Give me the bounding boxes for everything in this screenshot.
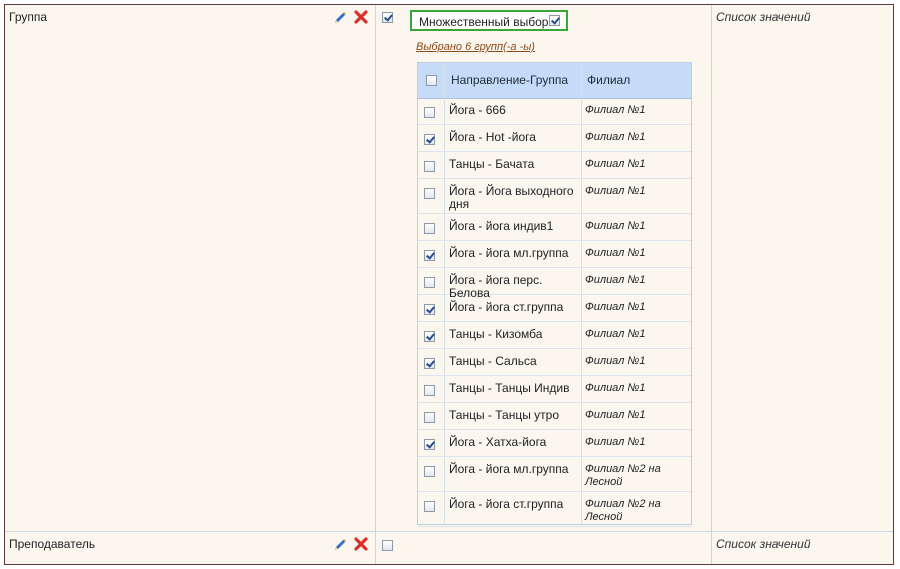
column-divider: [375, 5, 376, 564]
branch-name: Филиал №1: [585, 274, 646, 286]
table-row[interactable]: Йога - Йога выходного дня Филиал №1: [418, 179, 691, 214]
row-checkbox[interactable]: [424, 412, 435, 423]
column-header-branch[interactable]: Филиал: [587, 73, 630, 87]
column-divider: [711, 5, 712, 564]
close-icon[interactable]: [353, 536, 369, 552]
row-checkbox[interactable]: [424, 304, 435, 315]
field-type-label: Список значений: [716, 10, 811, 24]
row-checkbox[interactable]: [424, 331, 435, 342]
row-checkbox[interactable]: [424, 161, 435, 172]
multi-select-option: Множественный выбор: [410, 10, 568, 31]
groups-grid: Направление-Группа Филиал Йога - 666 Фили…: [417, 62, 692, 527]
field-type-label: Список значений: [716, 537, 811, 551]
field-name-teacher: Преподаватель: [9, 537, 96, 551]
column-header-group[interactable]: Направление-Группа: [451, 73, 568, 87]
table-row[interactable]: Йога - Хатха-йога Филиал №1: [418, 430, 691, 457]
group-name: Йога - Хатха-йога: [449, 435, 547, 449]
table-row[interactable]: Йога - Hot -йога Филиал №1: [418, 125, 691, 152]
branch-name: Филиал №1: [585, 185, 646, 197]
row-checkbox[interactable]: [424, 358, 435, 369]
row-checkbox[interactable]: [424, 439, 435, 450]
row-divider: [5, 531, 893, 532]
table-row[interactable]: Йога - йога индив1 Филиал №1: [418, 214, 691, 241]
branch-name: Филиал №2 на Лесной: [585, 463, 661, 488]
branch-name: Филиал №1: [585, 301, 646, 313]
group-name: Танцы - Кизомба: [449, 327, 543, 341]
properties-table: Группа Множественный выбор Выбрано 6 гру…: [4, 4, 894, 565]
branch-name: Филиал №2 на Лесной: [585, 498, 661, 523]
group-name: Йога - йога мл.группа: [449, 462, 569, 476]
table-row[interactable]: Йога - йога перс. Белова Филиал №1: [418, 268, 691, 300]
table-row[interactable]: Йога - йога мл.группа Филиал №1: [418, 241, 691, 268]
pencil-icon[interactable]: [332, 10, 348, 26]
table-row[interactable]: Йога - 666 Филиал №1: [418, 98, 691, 125]
field-enable-checkbox[interactable]: [382, 12, 393, 23]
row-checkbox[interactable]: [424, 501, 435, 512]
branch-name: Филиал №1: [585, 247, 646, 259]
close-icon[interactable]: [353, 9, 369, 25]
group-name: Йога - йога ст.группа: [449, 300, 564, 314]
branch-name: Филиал №1: [585, 409, 646, 421]
row-checkbox[interactable]: [424, 385, 435, 396]
multi-select-label: Множественный выбор: [419, 15, 549, 29]
pencil-icon[interactable]: [332, 537, 348, 553]
branch-name: Филиал №1: [585, 131, 646, 143]
table-row[interactable]: Йога - йога мл.группа Филиал №2 на Лесной: [418, 457, 691, 492]
branch-name: Филиал №1: [585, 328, 646, 340]
row-checkbox[interactable]: [424, 188, 435, 199]
branch-name: Филиал №1: [585, 104, 646, 116]
table-row[interactable]: Танцы - Сальса Филиал №1: [418, 349, 691, 376]
table-row[interactable]: Танцы - Танцы утро Филиал №1: [418, 403, 691, 430]
branch-name: Филиал №1: [585, 355, 646, 367]
row-checkbox[interactable]: [424, 107, 435, 118]
row-checkbox[interactable]: [424, 134, 435, 145]
group-name: Танцы - Танцы утро: [449, 408, 560, 422]
grid-header: Направление-Группа Филиал: [418, 63, 691, 99]
branch-name: Филиал №1: [585, 158, 646, 170]
selected-summary-link[interactable]: Выбрано 6 групп(-а -ы): [416, 41, 535, 53]
group-name: Йога - Hot -йога: [449, 130, 536, 144]
table-row[interactable]: Йога - йога ст.группа Филиал №1: [418, 295, 691, 322]
group-name: Йога - 666: [449, 103, 506, 117]
group-name: Йога - йога мл.группа: [449, 246, 569, 260]
table-row[interactable]: Танцы - Кизомба Филиал №1: [418, 322, 691, 349]
row-checkbox[interactable]: [424, 466, 435, 477]
group-name: Йога - йога ст.группа: [449, 497, 564, 511]
branch-name: Филиал №1: [585, 382, 646, 394]
group-name: Танцы - Сальса: [449, 354, 537, 368]
branch-name: Филиал №1: [585, 220, 646, 232]
group-name: Танцы - Бачата: [449, 157, 535, 171]
field-enable-checkbox[interactable]: [382, 540, 393, 551]
multi-select-checkbox[interactable]: [549, 15, 560, 26]
table-row[interactable]: Танцы - Танцы Индив Филиал №1: [418, 376, 691, 403]
group-name: Танцы - Танцы Индив: [449, 381, 570, 395]
group-name: Йога - йога индив1: [449, 219, 554, 233]
row-checkbox[interactable]: [424, 277, 435, 288]
branch-name: Филиал №1: [585, 436, 646, 448]
table-row[interactable]: Танцы - Бачата Филиал №1: [418, 152, 691, 179]
row-checkbox[interactable]: [424, 223, 435, 234]
select-all-checkbox[interactable]: [426, 75, 437, 86]
table-row[interactable]: Йога - йога ст.группа Филиал №2 на Лесной: [418, 492, 691, 527]
row-checkbox[interactable]: [424, 250, 435, 261]
group-name: Йога - Йога выходного дня: [449, 184, 574, 211]
field-name-group: Группа: [9, 10, 48, 24]
